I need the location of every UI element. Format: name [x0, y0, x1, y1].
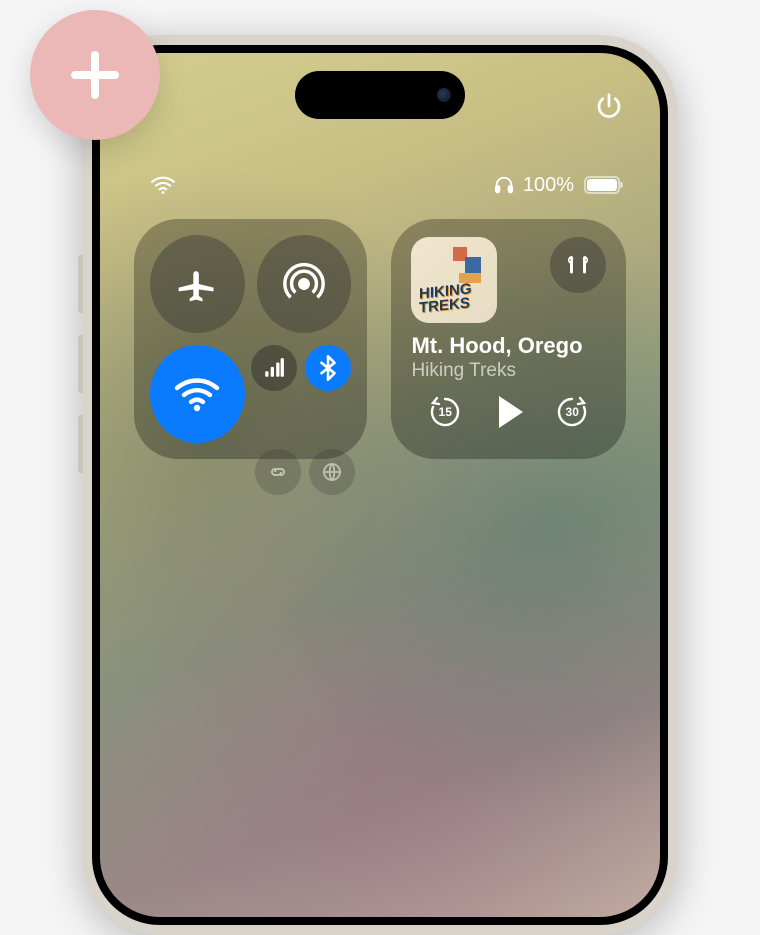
skip-forward-seconds: 30	[554, 394, 590, 430]
bluetooth-toggle[interactable]	[305, 345, 351, 391]
battery-text: 100%	[523, 174, 574, 197]
wifi-status-icon	[150, 175, 176, 195]
volume-up-button[interactable]	[78, 255, 83, 313]
now-playing-subtitle: Hiking Treks	[411, 360, 606, 382]
dynamic-island	[295, 71, 465, 119]
personal-hotspot-toggle[interactable]	[255, 449, 301, 495]
skip-back-button[interactable]: 15	[427, 394, 463, 430]
wifi-toggle[interactable]	[150, 345, 245, 443]
now-playing-artwork: HIKING TREKS	[411, 237, 497, 323]
volume-down-button[interactable]	[78, 335, 83, 393]
airplane-mode-toggle[interactable]	[150, 235, 245, 333]
battery-icon	[584, 176, 620, 194]
headphones-icon	[493, 174, 515, 196]
control-center: HIKING TREKS Mt. Hood, Ore	[134, 219, 626, 459]
phone-frame: 100%	[82, 35, 678, 935]
now-playing-panel[interactable]: HIKING TREKS Mt. Hood, Ore	[391, 219, 626, 459]
screen: 100%	[92, 45, 668, 925]
vpn-toggle[interactable]	[309, 449, 355, 495]
power-icon[interactable]	[594, 91, 624, 121]
play-button[interactable]	[495, 396, 523, 428]
now-playing-title: Mt. Hood, Orego	[411, 333, 606, 359]
airdrop-toggle[interactable]	[257, 235, 352, 333]
skip-back-seconds: 15	[427, 394, 463, 430]
skip-forward-button[interactable]: 30	[554, 394, 590, 430]
status-bar: 100%	[100, 169, 660, 201]
cellular-toggle[interactable]	[251, 345, 297, 391]
audio-output-button[interactable]	[550, 237, 606, 293]
connectivity-panel[interactable]	[134, 219, 367, 459]
side-button[interactable]	[78, 415, 83, 473]
add-button[interactable]	[30, 10, 160, 140]
